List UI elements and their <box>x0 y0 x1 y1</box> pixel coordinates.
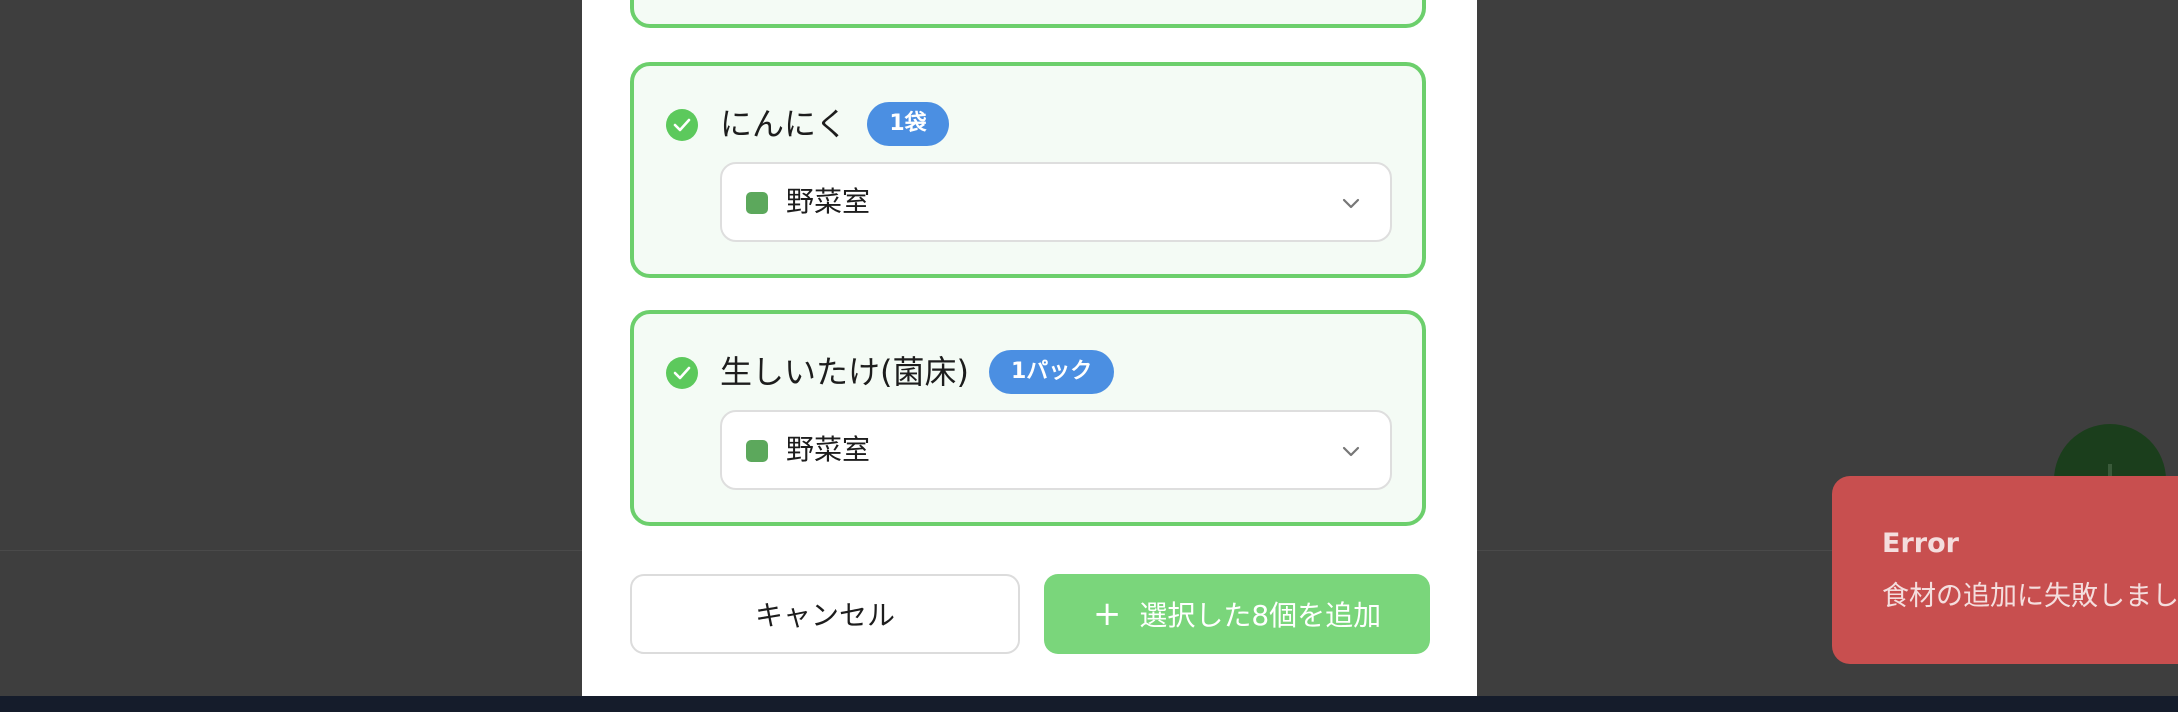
add-items-modal: にんにく 1袋 野菜室 生しいたけ(菌床) 1パック 野菜室 キャンセル + 選… <box>582 0 1477 696</box>
location-label: 野菜室 <box>786 185 871 218</box>
add-selected-label: 選択した8個を追加 <box>1139 599 1382 632</box>
location-select[interactable]: 野菜室 <box>720 410 1392 490</box>
item-card[interactable] <box>630 0 1426 28</box>
quantity-badge: 1袋 <box>867 102 949 146</box>
cancel-button[interactable]: キャンセル <box>630 574 1020 654</box>
location-color-swatch <box>746 192 768 214</box>
location-label: 野菜室 <box>786 433 871 466</box>
check-icon[interactable] <box>666 357 698 389</box>
item-name: 生しいたけ(菌床) <box>720 353 969 391</box>
toast-message: 食材の追加に失敗しまし <box>1882 581 2178 612</box>
item-header: 生しいたけ(菌床) 1パック <box>720 348 1115 396</box>
add-selected-button[interactable]: + 選択した8個を追加 <box>1044 574 1430 654</box>
item-card[interactable]: 生しいたけ(菌床) 1パック 野菜室 <box>630 310 1426 526</box>
item-header: にんにく 1袋 <box>720 100 949 148</box>
toast-title: Error <box>1882 528 1959 559</box>
bottom-bar <box>0 696 2178 712</box>
item-name: にんにく <box>720 105 848 143</box>
item-card[interactable]: にんにく 1袋 野菜室 <box>630 62 1426 278</box>
chevron-down-icon <box>1342 446 1360 457</box>
check-icon[interactable] <box>666 109 698 141</box>
plus-icon: + <box>1092 594 1122 634</box>
location-select[interactable]: 野菜室 <box>720 162 1392 242</box>
quantity-badge: 1パック <box>988 350 1115 394</box>
chevron-down-icon <box>1342 198 1360 209</box>
location-color-swatch <box>746 440 768 462</box>
error-toast[interactable]: Error 食材の追加に失敗しまし <box>1832 476 2178 664</box>
